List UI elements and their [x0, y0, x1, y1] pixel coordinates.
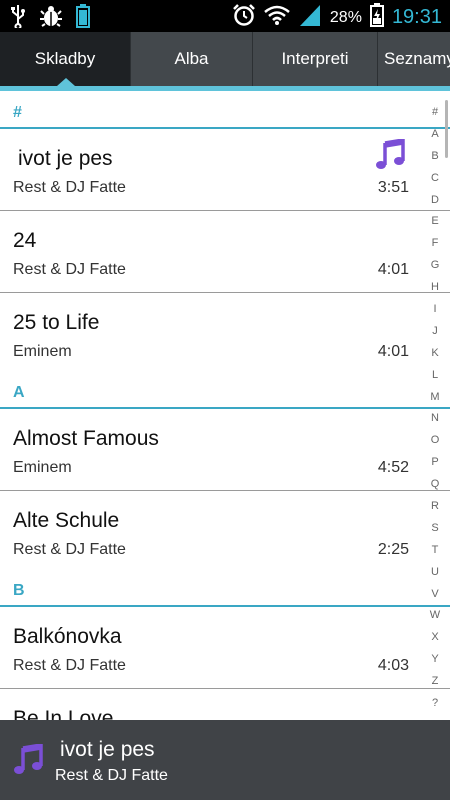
- alphabet-index-letter[interactable]: A: [431, 124, 438, 146]
- active-tab-indicator: [57, 78, 75, 86]
- battery-icon: [369, 3, 384, 32]
- signal-icon: [298, 3, 322, 32]
- alphabet-index-letter[interactable]: L: [432, 365, 438, 387]
- now-playing-title: ivot je pes: [60, 738, 155, 761]
- music-note-icon: [12, 742, 44, 781]
- section-header-a: A: [0, 371, 450, 409]
- battery-percent: 28%: [329, 8, 362, 26]
- song-title: 25 to Life: [13, 311, 100, 334]
- song-artist: Rest & DJ Fatte: [13, 261, 126, 278]
- alphabet-index-letter[interactable]: V: [431, 584, 438, 606]
- song-title: 24: [13, 229, 37, 252]
- song-list[interactable]: # ivot je pes Rest & DJ Fatte 3:51 24 Re…: [0, 91, 450, 720]
- alphabet-index-letter[interactable]: I: [433, 299, 436, 321]
- tab-bar: Skladby Alba Interpreti Seznamy: [0, 32, 450, 86]
- song-row[interactable]: ivot je pes Rest & DJ Fatte 3:51: [0, 129, 450, 211]
- alphabet-index-letter[interactable]: N: [431, 408, 439, 430]
- tab-label: Alba: [174, 49, 209, 68]
- alphabet-index-letter[interactable]: O: [431, 430, 440, 452]
- alphabet-index-letter[interactable]: Y: [431, 649, 438, 671]
- alphabet-index-letter[interactable]: M: [430, 387, 439, 409]
- song-artist: Eminem: [13, 459, 72, 476]
- tab-seznamy[interactable]: Seznamy: [377, 32, 450, 86]
- song-duration: 4:52: [377, 459, 409, 476]
- song-title: Be In Love: [13, 707, 114, 720]
- tab-label: Interpreti: [281, 49, 349, 68]
- debug-icon: [40, 5, 62, 32]
- song-row[interactable]: Alte Schule Rest & DJ Fatte 2:25: [0, 491, 450, 569]
- alphabet-index-letter[interactable]: D: [431, 190, 439, 212]
- alphabet-index-letter[interactable]: B: [431, 146, 438, 168]
- song-title: Alte Schule: [13, 509, 120, 532]
- tab-alba[interactable]: Alba: [130, 32, 252, 86]
- alphabet-index-letter[interactable]: C: [431, 168, 439, 190]
- song-title: Balkónovka: [13, 625, 122, 648]
- tab-label: Seznamy: [384, 49, 450, 68]
- alphabet-index-letter[interactable]: U: [431, 562, 439, 584]
- song-row[interactable]: Almost Famous Eminem 4:52: [0, 409, 450, 491]
- scrollbar-thumb[interactable]: [445, 100, 448, 158]
- alphabet-index-letter[interactable]: H: [431, 277, 439, 299]
- alphabet-index-letter[interactable]: Z: [432, 671, 439, 693]
- status-bar: 28% 19:31: [0, 0, 450, 32]
- alarm-icon: [232, 3, 256, 32]
- song-artist: Rest & DJ Fatte: [13, 179, 126, 196]
- alphabet-index-letter[interactable]: E: [431, 211, 438, 233]
- alphabet-index-letter[interactable]: G: [431, 255, 440, 277]
- usb-icon: [10, 4, 26, 33]
- alphabet-index-letter[interactable]: J: [432, 321, 438, 343]
- song-duration: 3:51: [377, 179, 409, 196]
- song-title: Almost Famous: [13, 427, 159, 450]
- now-playing-artist: Rest & DJ Fatte: [55, 767, 168, 784]
- alphabet-index-letter[interactable]: X: [431, 627, 438, 649]
- alphabet-index-letter[interactable]: S: [431, 518, 438, 540]
- song-row[interactable]: Balkónovka Rest & DJ Fatte 4:03: [0, 607, 450, 689]
- tab-label: Skladby: [34, 49, 96, 68]
- alphabet-index[interactable]: # A B C D E F G H I J K L M N O P Q R S T U V W X Y Z?: [420, 102, 450, 718]
- song-artist: Eminem: [13, 343, 72, 360]
- now-playing-bar[interactable]: ivot je pes Rest & DJ Fatte: [0, 720, 450, 800]
- song-row[interactable]: 25 to Life Eminem 4:01: [0, 293, 450, 371]
- clock: 19:31: [391, 6, 442, 28]
- song-artist: Rest & DJ Fatte: [13, 657, 126, 674]
- section-header-hash: #: [0, 91, 450, 129]
- alphabet-index-letter[interactable]: Q: [431, 474, 440, 496]
- alphabet-index-letter[interactable]: W: [430, 605, 440, 627]
- song-duration: 4:03: [377, 657, 409, 674]
- battery-notify-icon: [76, 4, 90, 33]
- alphabet-index-letter[interactable]: P: [431, 452, 438, 474]
- tab-interpreti[interactable]: Interpreti: [252, 32, 377, 86]
- song-title: ivot je pes: [18, 147, 113, 170]
- alphabet-index-letter[interactable]: #: [432, 102, 438, 124]
- alphabet-index-letter[interactable]: T: [432, 540, 439, 562]
- song-artist: Rest & DJ Fatte: [13, 541, 126, 558]
- song-duration: 4:01: [377, 261, 409, 278]
- alphabet-index-letter[interactable]: ?: [432, 693, 438, 715]
- song-duration: 2:25: [377, 541, 409, 558]
- song-row[interactable]: Be In Love: [0, 689, 450, 720]
- section-header-b: B: [0, 569, 450, 607]
- alphabet-index-letter[interactable]: K: [431, 343, 438, 365]
- wifi-icon: [264, 4, 290, 31]
- music-note-icon: [374, 137, 406, 176]
- alphabet-index-letter[interactable]: F: [432, 233, 439, 255]
- tab-skladby[interactable]: Skladby: [0, 32, 130, 86]
- alphabet-index-letter[interactable]: R: [431, 496, 439, 518]
- song-row[interactable]: 24 Rest & DJ Fatte 4:01: [0, 211, 450, 293]
- song-duration: 4:01: [377, 343, 409, 360]
